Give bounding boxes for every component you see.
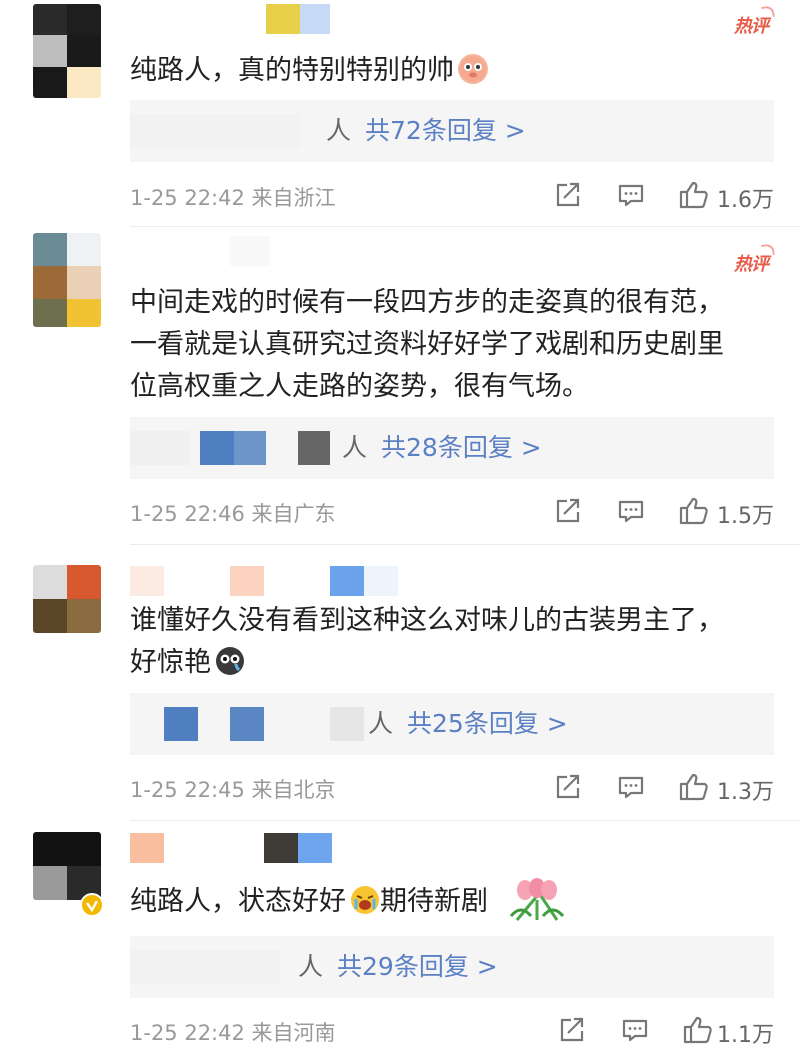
comment-meta: 1-25 22:42 来自河南 1.1万	[130, 1013, 774, 1049]
timestamp: 1-25 22:45 来自北京	[130, 778, 336, 802]
reply-name-tail: 人	[342, 433, 368, 462]
like-count: 1.3万	[717, 780, 774, 805]
like-icon[interactable]	[676, 178, 710, 212]
reply-count-link[interactable]: 共72条回复 >	[365, 116, 526, 145]
reply-box[interactable]: 人共29条回复 >	[130, 936, 774, 998]
comment-icon[interactable]	[614, 494, 648, 528]
avatar[interactable]	[33, 4, 101, 98]
reply-name-tail: 人	[326, 116, 352, 145]
crying-face-emoji-icon	[215, 646, 245, 676]
share-icon[interactable]	[554, 1013, 588, 1047]
avatar[interactable]	[33, 233, 101, 327]
comment-icon[interactable]	[618, 1013, 652, 1047]
divider	[130, 544, 800, 545]
crying-face-emoji-icon	[350, 885, 380, 915]
hot-comment-badge: 热评	[734, 250, 769, 276]
comment-text: 中间走戏的时候有一段四方步的走姿真的很有范， 一看就是认真研究过资料好好学了戏剧…	[130, 287, 724, 402]
like-icon[interactable]	[676, 494, 710, 528]
reply-box[interactable]: 人共72条回复 >	[130, 100, 774, 162]
reply-name-tail: 人	[298, 952, 324, 981]
piggy-emoji-icon	[458, 54, 488, 84]
reply-count-link[interactable]: 共25条回复 >	[407, 709, 568, 738]
divider	[130, 226, 800, 227]
location: 来自北京	[251, 778, 336, 802]
like-icon[interactable]	[676, 770, 710, 804]
timestamp: 1-25 22:42 来自浙江	[130, 186, 336, 210]
comment-meta: 1-25 22:46 来自广东 1.5万	[130, 494, 774, 530]
timestamp: 1-25 22:42 来自河南	[130, 1021, 336, 1045]
like-count: 1.5万	[717, 504, 774, 529]
comment-text: 纯路人，真的特别特别的帅	[130, 50, 770, 92]
reply-name-tail: 人	[368, 709, 394, 738]
reply-count-link[interactable]: 共28条回复 >	[381, 433, 542, 462]
share-icon[interactable]	[550, 770, 584, 804]
divider	[130, 820, 800, 821]
reply-count-link[interactable]: 共29条回复 >	[337, 952, 498, 981]
comment-icon[interactable]	[614, 770, 648, 804]
location: 来自浙江	[251, 186, 336, 210]
like-count: 1.1万	[717, 1023, 774, 1048]
reply-box[interactable]: 人共25条回复 >	[130, 693, 774, 755]
comment-meta: 1-25 22:42 来自浙江 1.6万	[130, 178, 774, 214]
like-count: 1.6万	[717, 188, 774, 213]
share-icon[interactable]	[550, 494, 584, 528]
verified-badge-icon	[80, 893, 104, 917]
timestamp: 1-25 22:46 来自广东	[130, 502, 336, 526]
comment-text: 纯路人，状态好好 期待新剧	[130, 876, 770, 924]
location: 来自河南	[251, 1021, 336, 1045]
reply-box[interactable]: 人共28条回复 >	[130, 417, 774, 479]
like-icon[interactable]	[680, 1013, 714, 1047]
avatar[interactable]	[33, 565, 101, 633]
share-icon[interactable]	[550, 178, 584, 212]
tulip-sticker-icon	[507, 876, 567, 924]
comment-text: 谁懂好久没有看到这种这么对味儿的古装男主了， 好惊艳	[130, 605, 724, 678]
comment-icon[interactable]	[614, 178, 648, 212]
hot-comment-badge: 热评	[734, 12, 769, 38]
comment-meta: 1-25 22:45 来自北京 1.3万	[130, 770, 774, 806]
avatar[interactable]	[33, 832, 101, 900]
location: 来自广东	[251, 502, 336, 526]
